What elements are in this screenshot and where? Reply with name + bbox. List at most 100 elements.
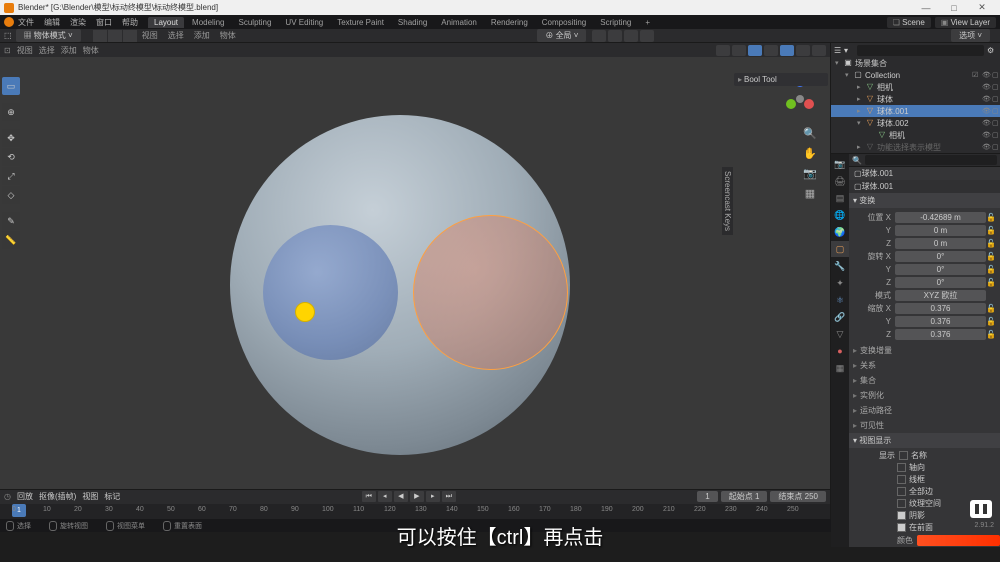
current-frame-field[interactable]: 1 bbox=[697, 491, 717, 502]
gizmo-center[interactable] bbox=[796, 95, 804, 103]
selected-sphere-object[interactable] bbox=[413, 215, 568, 370]
snap-btn[interactable] bbox=[592, 30, 606, 42]
editor-type-icon[interactable]: ⬚ bbox=[4, 31, 12, 40]
tool-scale[interactable]: ⤢ bbox=[2, 167, 20, 185]
timeline-marker[interactable]: 标记 bbox=[104, 491, 120, 502]
cb-axis[interactable] bbox=[897, 463, 906, 472]
lock-loc-z[interactable]: 🔓 bbox=[986, 239, 996, 248]
orientation-dropdown[interactable]: ⊕ 全局 ˅ bbox=[537, 29, 586, 42]
transform-section[interactable]: ▾ 变换 bbox=[849, 193, 1000, 208]
scale-y[interactable]: 0.376 bbox=[895, 316, 986, 327]
workspace-tab-animation[interactable]: Animation bbox=[435, 17, 483, 28]
outliner-collection[interactable]: ▾▢Collection ☑👁▢ bbox=[831, 69, 1000, 81]
submenu-select[interactable]: 选择 bbox=[168, 30, 184, 41]
vp-overlay-btn[interactable] bbox=[732, 45, 746, 56]
lock-scale-z[interactable]: 🔓 bbox=[986, 330, 996, 339]
loc-y[interactable]: 0 m bbox=[895, 225, 986, 236]
cb-infront[interactable] bbox=[897, 523, 906, 532]
timeline-keying[interactable]: 抠像(插帧) bbox=[39, 491, 76, 502]
menu-help[interactable]: 帮助 bbox=[122, 17, 138, 28]
proportional-btn[interactable] bbox=[624, 30, 638, 42]
collections-section[interactable]: ▸集合 bbox=[849, 373, 1000, 388]
mode-btn-1[interactable] bbox=[93, 30, 107, 42]
ptab-data[interactable]: ▽ bbox=[831, 326, 849, 342]
perspective-icon[interactable]: ▦ bbox=[803, 187, 817, 201]
viewport-display-section[interactable]: ▾ 视图显示 bbox=[849, 433, 1000, 448]
cb-name[interactable] bbox=[899, 451, 908, 460]
rot-z[interactable]: 0° bbox=[895, 277, 986, 288]
mode-btn-2[interactable] bbox=[108, 30, 122, 42]
prop-breadcrumb2[interactable]: ▢ 球体.001 bbox=[849, 180, 1000, 193]
start-frame-field[interactable]: 起始点 1 bbox=[721, 491, 768, 502]
relations-section[interactable]: ▸关系 bbox=[849, 358, 1000, 373]
3d-cursor[interactable] bbox=[295, 302, 315, 322]
ptab-constraint[interactable]: 🔗 bbox=[831, 309, 849, 325]
lock-scale-y[interactable]: 🔓 bbox=[986, 317, 996, 326]
outliner-item-sphere002[interactable]: ▾▽球体.002 👁▢ bbox=[831, 117, 1000, 129]
3d-viewport[interactable]: ▭ ⊕ ✥ ⟲ ⤢ ◇ ✎ 📏 Z bbox=[0, 57, 830, 489]
outliner-item-muted[interactable]: ▸▽功能选择表示模型 👁▢ bbox=[831, 141, 1000, 153]
workspace-tab-uvediting[interactable]: UV Editing bbox=[279, 17, 329, 28]
axis-x[interactable] bbox=[804, 99, 814, 109]
tool-cursor[interactable]: ⊕ bbox=[2, 103, 20, 121]
next-key-btn[interactable]: ▸ bbox=[426, 491, 440, 502]
object-mode-dropdown[interactable]: ▦ 物体模式 ˅ bbox=[16, 29, 81, 42]
scale-z[interactable]: 0.376 bbox=[895, 329, 986, 340]
timeline-playback[interactable]: 回放 bbox=[17, 491, 33, 502]
pivot-btn[interactable] bbox=[608, 30, 622, 42]
ptab-material[interactable]: ● bbox=[831, 343, 849, 359]
loc-z[interactable]: 0 m bbox=[895, 238, 986, 249]
scene-selector[interactable]: ❏ Scene bbox=[887, 17, 931, 28]
submenu-view[interactable]: 视图 bbox=[142, 30, 158, 41]
object-color[interactable] bbox=[917, 535, 1000, 546]
timeline-view[interactable]: 视图 bbox=[82, 491, 98, 502]
ptab-output[interactable]: 🖨 bbox=[831, 173, 849, 189]
zoom-icon[interactable]: 🔍 bbox=[803, 127, 817, 141]
play-btn[interactable]: ▶ bbox=[410, 491, 424, 502]
blue-sphere-object[interactable] bbox=[263, 225, 398, 360]
menu-window[interactable]: 窗口 bbox=[96, 17, 112, 28]
workspace-tab-shading[interactable]: Shading bbox=[392, 17, 433, 28]
rotation-mode[interactable]: XYZ 欧拉 bbox=[895, 290, 986, 301]
ptab-texture[interactable]: ▦ bbox=[831, 360, 849, 376]
ptab-world[interactable]: 🌍 bbox=[831, 224, 849, 240]
vp-shading-material[interactable] bbox=[796, 45, 810, 56]
cb-shadow[interactable] bbox=[897, 511, 906, 520]
ptab-modifier[interactable]: 🔧 bbox=[831, 258, 849, 274]
options-dropdown[interactable]: 选项 ˅ bbox=[951, 29, 990, 42]
outliner-item-sphere001[interactable]: ▸▽球体.001 👁▢ bbox=[831, 105, 1000, 117]
camera-icon[interactable]: 📷 bbox=[803, 167, 817, 181]
tool-rotate[interactable]: ⟲ bbox=[2, 148, 20, 166]
outliner-search[interactable] bbox=[857, 45, 984, 56]
workspace-tab-scripting[interactable]: Scripting bbox=[594, 17, 637, 28]
screencast-keys-tab[interactable]: Screencast Keys bbox=[722, 167, 733, 235]
maximize-button[interactable]: □ bbox=[940, 3, 968, 13]
properties-search[interactable] bbox=[865, 155, 997, 165]
end-frame-field[interactable]: 结束点 250 bbox=[770, 491, 826, 502]
outliner-editor-icon[interactable]: ☰ bbox=[834, 46, 844, 55]
workspace-tab-rendering[interactable]: Rendering bbox=[485, 17, 534, 28]
ptab-physics[interactable]: ⚛ bbox=[831, 292, 849, 308]
ptab-object[interactable]: ▢ bbox=[831, 241, 849, 257]
rot-x[interactable]: 0° bbox=[895, 251, 986, 262]
rot-y[interactable]: 0° bbox=[895, 264, 986, 275]
vp-menu-object[interactable]: 物体 bbox=[83, 45, 99, 56]
lock-rot-y[interactable]: 🔓 bbox=[986, 265, 996, 274]
workspace-tab-sculpting[interactable]: Sculpting bbox=[233, 17, 278, 28]
outliner-item-camera[interactable]: ▸▽相机 👁▢ bbox=[831, 81, 1000, 93]
vp-menu-add[interactable]: 添加 bbox=[61, 45, 77, 56]
motion-paths-section[interactable]: ▸运动路径 bbox=[849, 403, 1000, 418]
vp-corner-icon[interactable]: ⊡ bbox=[4, 46, 11, 55]
vp-menu-select[interactable]: 选择 bbox=[39, 45, 55, 56]
overlay-btn[interactable] bbox=[640, 30, 654, 42]
prop-breadcrumb1[interactable]: ▢ 球体.001 bbox=[849, 167, 1000, 180]
bool-tool-panel[interactable]: ▸Bool Tool bbox=[734, 73, 828, 86]
instancing-section[interactable]: ▸实例化 bbox=[849, 388, 1000, 403]
outliner-item-nested[interactable]: ▽相机 👁▢ bbox=[831, 129, 1000, 141]
tool-select-box[interactable]: ▭ bbox=[2, 77, 20, 95]
ptab-render[interactable]: 📷 bbox=[831, 156, 849, 172]
outliner-filter-icon[interactable]: ⚙ bbox=[987, 46, 997, 55]
vp-shading-solid[interactable] bbox=[780, 45, 794, 56]
outliner-display-mode[interactable]: ▾ bbox=[844, 46, 854, 55]
ptab-particle[interactable]: ✦ bbox=[831, 275, 849, 291]
